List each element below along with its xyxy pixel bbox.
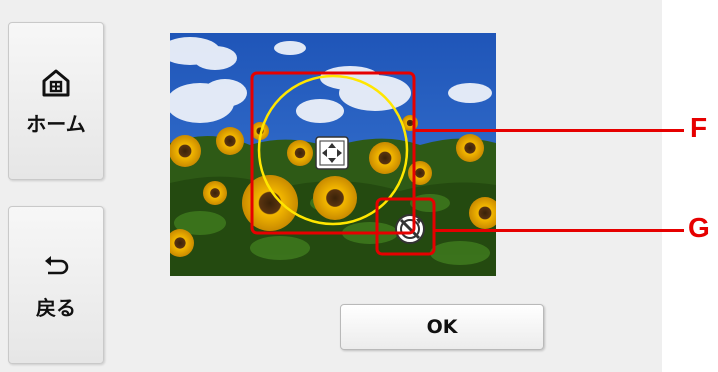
printer-screen: ホーム 戻る OK [0, 0, 662, 372]
home-button-label: ホーム [26, 111, 86, 136]
back-button-label: 戻る [36, 295, 76, 320]
callout-line-g [434, 229, 684, 232]
callout-line-f [414, 129, 684, 132]
move-arrows-icon [315, 136, 349, 170]
callout-letter-f: F [690, 112, 708, 143]
rotate-icon [395, 214, 425, 244]
back-button[interactable]: 戻る [8, 206, 104, 364]
ok-button-label: OK [426, 316, 458, 338]
callout-letter-g: G [688, 212, 710, 243]
home-icon [39, 66, 73, 100]
photo-preview[interactable] [170, 33, 496, 276]
sunflower-photo [170, 33, 496, 276]
home-button[interactable]: ホーム [8, 22, 104, 180]
ok-button[interactable]: OK [340, 304, 544, 350]
back-arrow-icon [39, 250, 73, 284]
